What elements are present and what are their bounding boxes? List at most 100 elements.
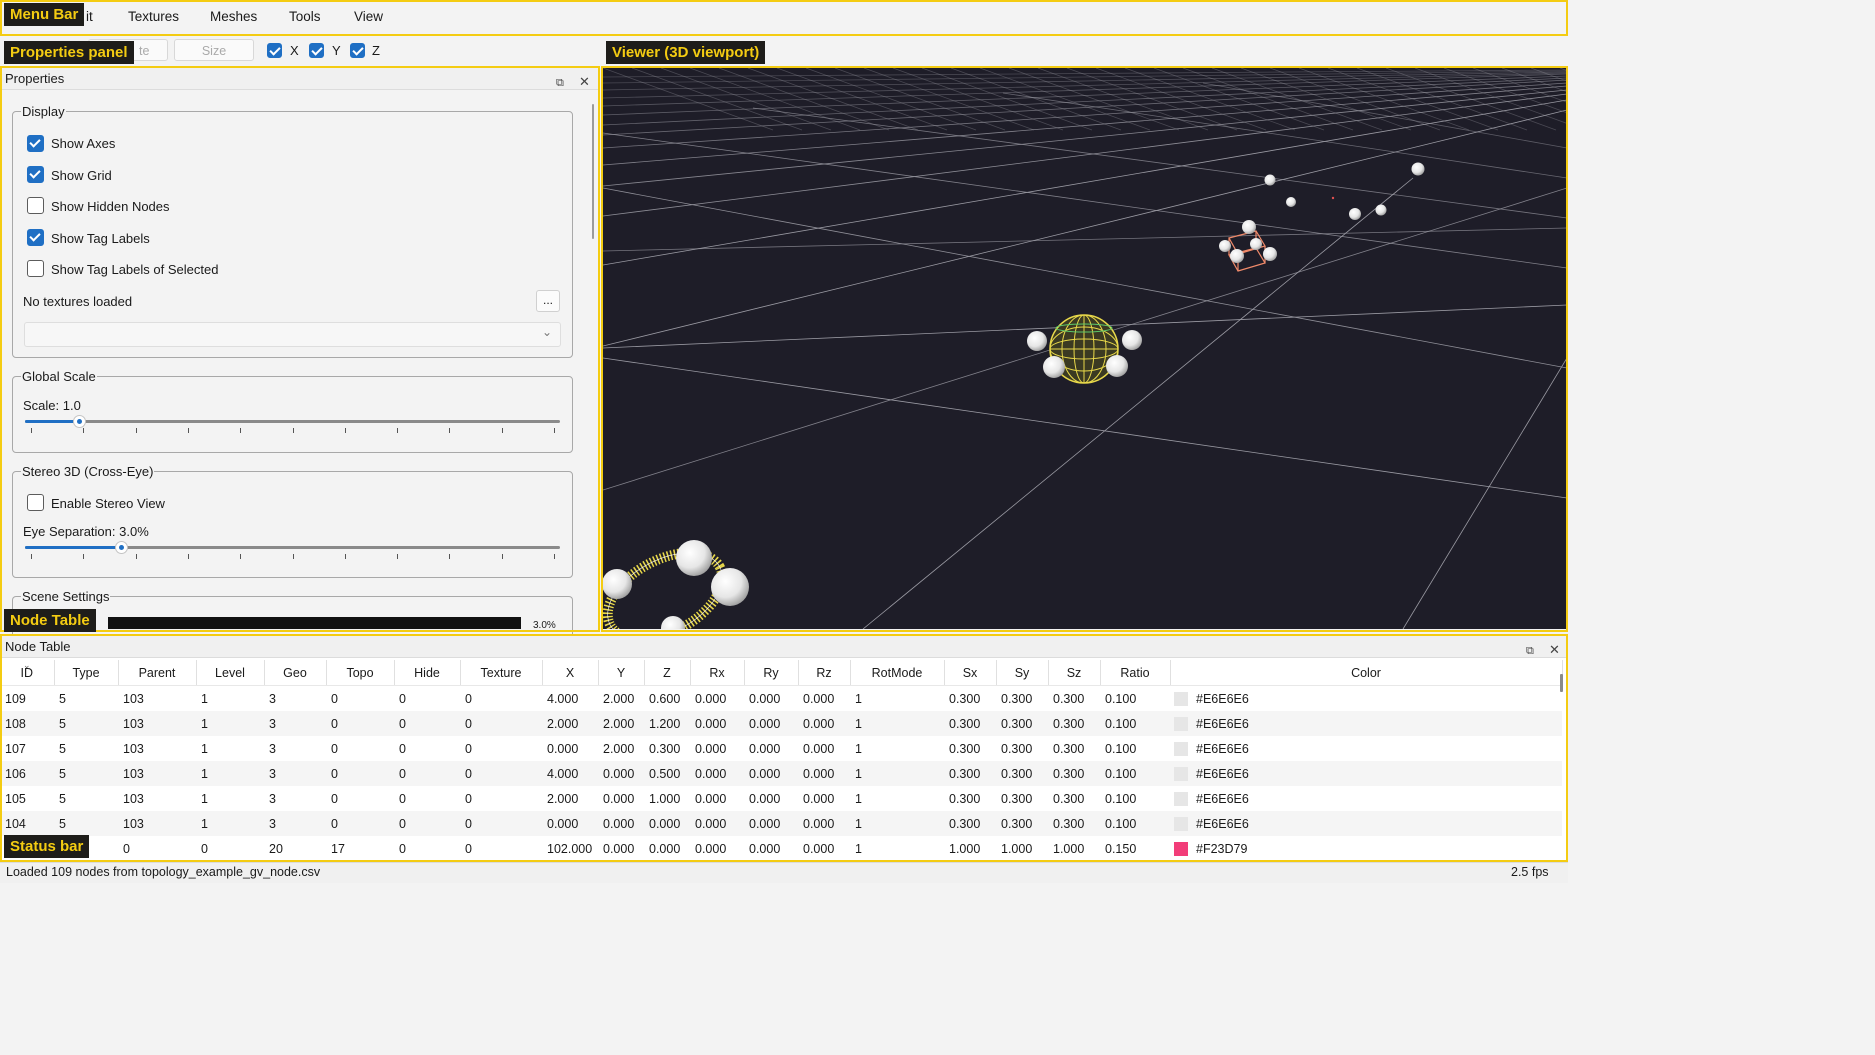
table-cell[interactable]: 0 bbox=[326, 736, 394, 761]
table-cell[interactable]: 0 bbox=[460, 811, 542, 836]
table-cell[interactable]: 0.000 bbox=[542, 811, 598, 836]
table-cell[interactable]: 0.300 bbox=[944, 761, 996, 786]
table-cell[interactable]: 0.000 bbox=[542, 736, 598, 761]
float-panel-icon[interactable]: ⧉ bbox=[556, 72, 564, 94]
column-header-x[interactable]: X bbox=[542, 660, 599, 686]
column-header-sy[interactable]: Sy bbox=[996, 660, 1049, 686]
table-row[interactable]: 105 5 103 1 3 0 0 0 2.000 0.000 1.000 0.000 0.000 0.0… bbox=[0, 786, 1562, 811]
enable-stereo-checkbox[interactable] bbox=[27, 494, 44, 511]
table-cell[interactable]: 103 bbox=[118, 761, 196, 786]
menu-item-tools[interactable]: Tools bbox=[289, 9, 321, 24]
node-table[interactable]: ID Type Parent Level Geo Topo Hide Texture X Y Z Rx… bbox=[0, 660, 1563, 861]
menu-item-view[interactable]: View bbox=[354, 9, 383, 24]
menu-item-meshes[interactable]: Meshes bbox=[210, 9, 257, 24]
table-cell[interactable]: 0.300 bbox=[1048, 736, 1100, 761]
table-cell[interactable]: 20 bbox=[264, 836, 326, 861]
table-cell[interactable]: 2.000 bbox=[598, 686, 644, 712]
table-cell[interactable]: 0.000 bbox=[598, 811, 644, 836]
table-row[interactable]: 104 5 103 1 3 0 0 0 0.000 0.000 0.000 0.000 0.000 0.0… bbox=[0, 811, 1562, 836]
axis-x-checkbox[interactable] bbox=[267, 43, 282, 58]
table-cell[interactable]: 0.300 bbox=[1048, 811, 1100, 836]
table-cell[interactable]: 0.000 bbox=[690, 761, 744, 786]
menu-item-edit[interactable]: it bbox=[86, 9, 93, 24]
table-cell[interactable]: 0.300 bbox=[944, 786, 996, 811]
float-node-table-icon[interactable]: ⧉ bbox=[1526, 640, 1534, 662]
table-cell[interactable]: 1 bbox=[196, 786, 264, 811]
table-cell[interactable]: 0.300 bbox=[996, 811, 1048, 836]
color-cell[interactable]: #E6E6E6 bbox=[1170, 811, 1562, 836]
table-cell[interactable]: 0.000 bbox=[744, 736, 798, 761]
column-header-sx[interactable]: Sx bbox=[944, 660, 997, 686]
table-cell[interactable]: 1 bbox=[196, 811, 264, 836]
table-cell[interactable]: 5 bbox=[54, 761, 118, 786]
table-cell[interactable]: 0 bbox=[460, 836, 542, 861]
table-cell[interactable]: 0.300 bbox=[944, 711, 996, 736]
table-cell[interactable]: 0.100 bbox=[1100, 761, 1170, 786]
table-cell[interactable]: 0.300 bbox=[996, 786, 1048, 811]
table-cell[interactable]: 0.300 bbox=[944, 686, 996, 712]
table-cell[interactable]: 0.000 bbox=[744, 761, 798, 786]
node-table-scrollbar[interactable] bbox=[1560, 674, 1563, 692]
table-cell[interactable]: 0.100 bbox=[1100, 811, 1170, 836]
table-cell[interactable]: 0 bbox=[460, 711, 542, 736]
column-header-type[interactable]: Type bbox=[54, 660, 119, 686]
column-header-level[interactable]: Level bbox=[196, 660, 265, 686]
table-cell[interactable]: 1 bbox=[850, 836, 944, 861]
column-header-hide[interactable]: Hide bbox=[394, 660, 461, 686]
table-cell[interactable]: 0.300 bbox=[1048, 761, 1100, 786]
axis-z-checkbox[interactable] bbox=[350, 43, 365, 58]
table-row[interactable]: 106 5 103 1 3 0 0 0 4.000 0.000 0.500 0.000 0.000 0.0… bbox=[0, 761, 1562, 786]
column-header-z[interactable]: Z bbox=[644, 660, 691, 686]
table-cell[interactable]: 0 bbox=[394, 786, 460, 811]
table-cell[interactable]: 2.000 bbox=[598, 736, 644, 761]
table-cell[interactable]: 5 bbox=[54, 786, 118, 811]
table-cell[interactable]: 0 bbox=[394, 736, 460, 761]
table-cell[interactable]: 3 bbox=[264, 711, 326, 736]
table-cell[interactable]: 3 bbox=[264, 811, 326, 836]
show-tag-labels-checkbox[interactable] bbox=[27, 229, 44, 246]
table-cell[interactable]: 0.500 bbox=[644, 761, 690, 786]
table-cell[interactable]: 2.000 bbox=[598, 711, 644, 736]
close-icon[interactable]: ✕ bbox=[579, 71, 590, 93]
table-cell[interactable]: 1 bbox=[850, 736, 944, 761]
table-cell[interactable]: 2.000 bbox=[542, 786, 598, 811]
size-input[interactable]: Size bbox=[174, 39, 254, 61]
table-cell[interactable]: 0.300 bbox=[1048, 686, 1100, 712]
table-cell[interactable]: 0.300 bbox=[644, 736, 690, 761]
table-cell[interactable]: 0.000 bbox=[598, 761, 644, 786]
table-cell[interactable]: 0 bbox=[460, 686, 542, 712]
viewer-3d-viewport[interactable] bbox=[603, 68, 1567, 629]
column-header-geo[interactable]: Geo bbox=[264, 660, 327, 686]
show-tag-labels-selected-checkbox[interactable] bbox=[27, 260, 44, 277]
table-cell[interactable]: 1.200 bbox=[644, 711, 690, 736]
table-cell[interactable]: 0.150 bbox=[1100, 836, 1170, 861]
table-cell[interactable]: 1 bbox=[196, 686, 264, 712]
table-cell[interactable]: 0.300 bbox=[996, 761, 1048, 786]
table-cell[interactable]: 0 bbox=[394, 686, 460, 712]
texture-select[interactable]: ⌄ bbox=[24, 322, 561, 347]
table-cell[interactable]: 1.000 bbox=[1048, 836, 1100, 861]
table-cell[interactable]: 102.000 bbox=[542, 836, 598, 861]
table-cell[interactable]: 0.000 bbox=[798, 686, 850, 712]
table-cell[interactable]: 3 bbox=[264, 786, 326, 811]
table-cell[interactable]: 0.300 bbox=[1048, 786, 1100, 811]
table-cell[interactable]: 1 bbox=[196, 761, 264, 786]
table-cell[interactable]: 0.000 bbox=[690, 786, 744, 811]
table-cell[interactable]: 0.000 bbox=[690, 811, 744, 836]
eye-separation-slider[interactable] bbox=[25, 541, 560, 566]
table-cell[interactable]: 109 bbox=[0, 686, 54, 712]
table-cell[interactable]: 0.000 bbox=[744, 686, 798, 712]
show-axes-checkbox[interactable] bbox=[27, 135, 44, 152]
table-cell[interactable]: 0.000 bbox=[744, 711, 798, 736]
table-cell[interactable]: 0.000 bbox=[598, 786, 644, 811]
table-cell[interactable]: 0.300 bbox=[996, 686, 1048, 712]
slider-thumb[interactable] bbox=[72, 415, 86, 428]
table-cell[interactable]: 1 bbox=[850, 686, 944, 712]
table-cell[interactable]: 0.000 bbox=[798, 711, 850, 736]
show-grid-checkbox[interactable] bbox=[27, 166, 44, 183]
show-hidden-nodes-checkbox[interactable] bbox=[27, 197, 44, 214]
table-cell[interactable]: 103 bbox=[118, 686, 196, 712]
table-cell[interactable]: 103 bbox=[118, 811, 196, 836]
browse-textures-button[interactable]: ... bbox=[536, 290, 560, 312]
table-cell[interactable]: 0 bbox=[326, 711, 394, 736]
